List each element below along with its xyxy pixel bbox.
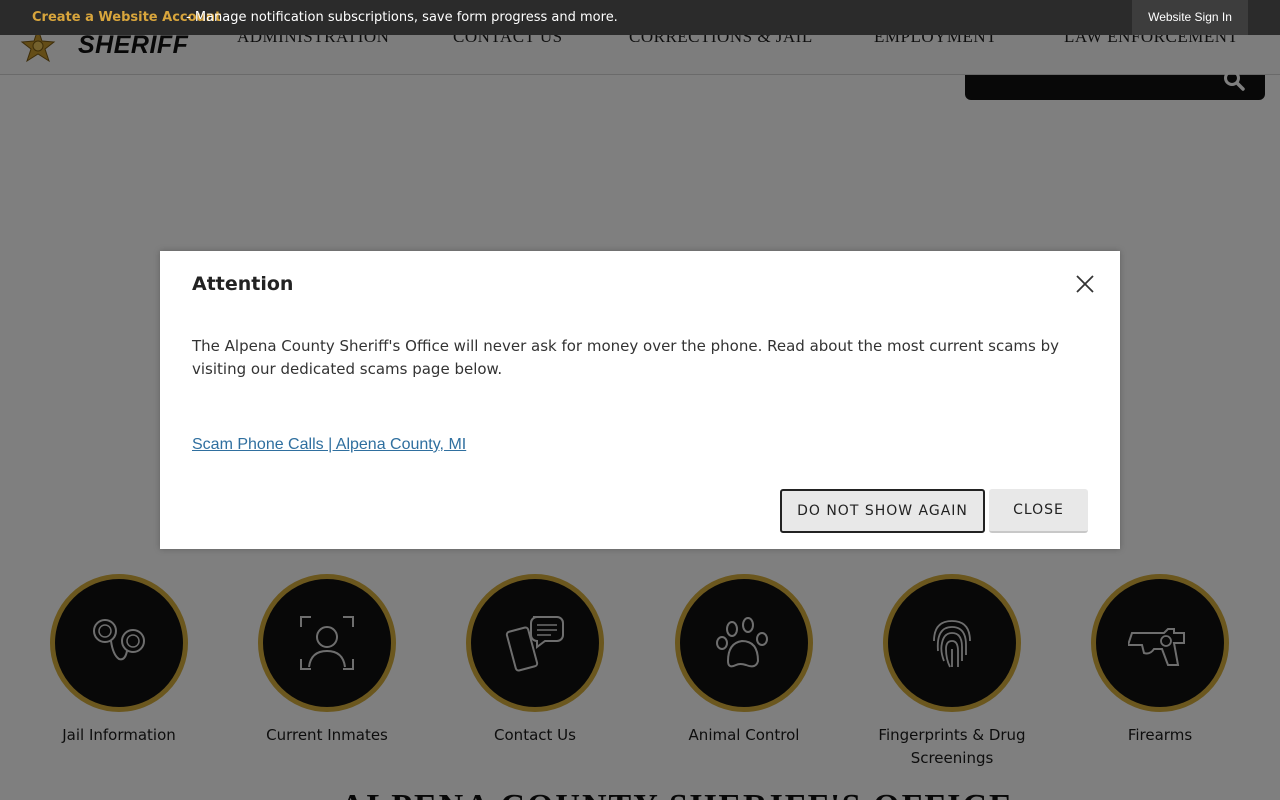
scam-calls-link[interactable]: Scam Phone Calls | Alpena County, MI [192, 436, 466, 454]
attention-modal: Attention The Alpena County Sheriff's Of… [160, 251, 1120, 549]
account-bar-description: - Manage notification subscriptions, sav… [186, 10, 618, 25]
account-bar: Create a Website Account - Manage notifi… [0, 0, 1280, 35]
close-button[interactable]: CLOSE [989, 489, 1088, 533]
sign-in-button[interactable]: Website Sign In [1132, 0, 1248, 35]
modal-title: Attention [192, 273, 294, 295]
do-not-show-again-button[interactable]: DO NOT SHOW AGAIN [780, 489, 985, 533]
close-icon[interactable] [1074, 273, 1096, 295]
modal-message: The Alpena County Sheriff's Office will … [192, 337, 1059, 378]
